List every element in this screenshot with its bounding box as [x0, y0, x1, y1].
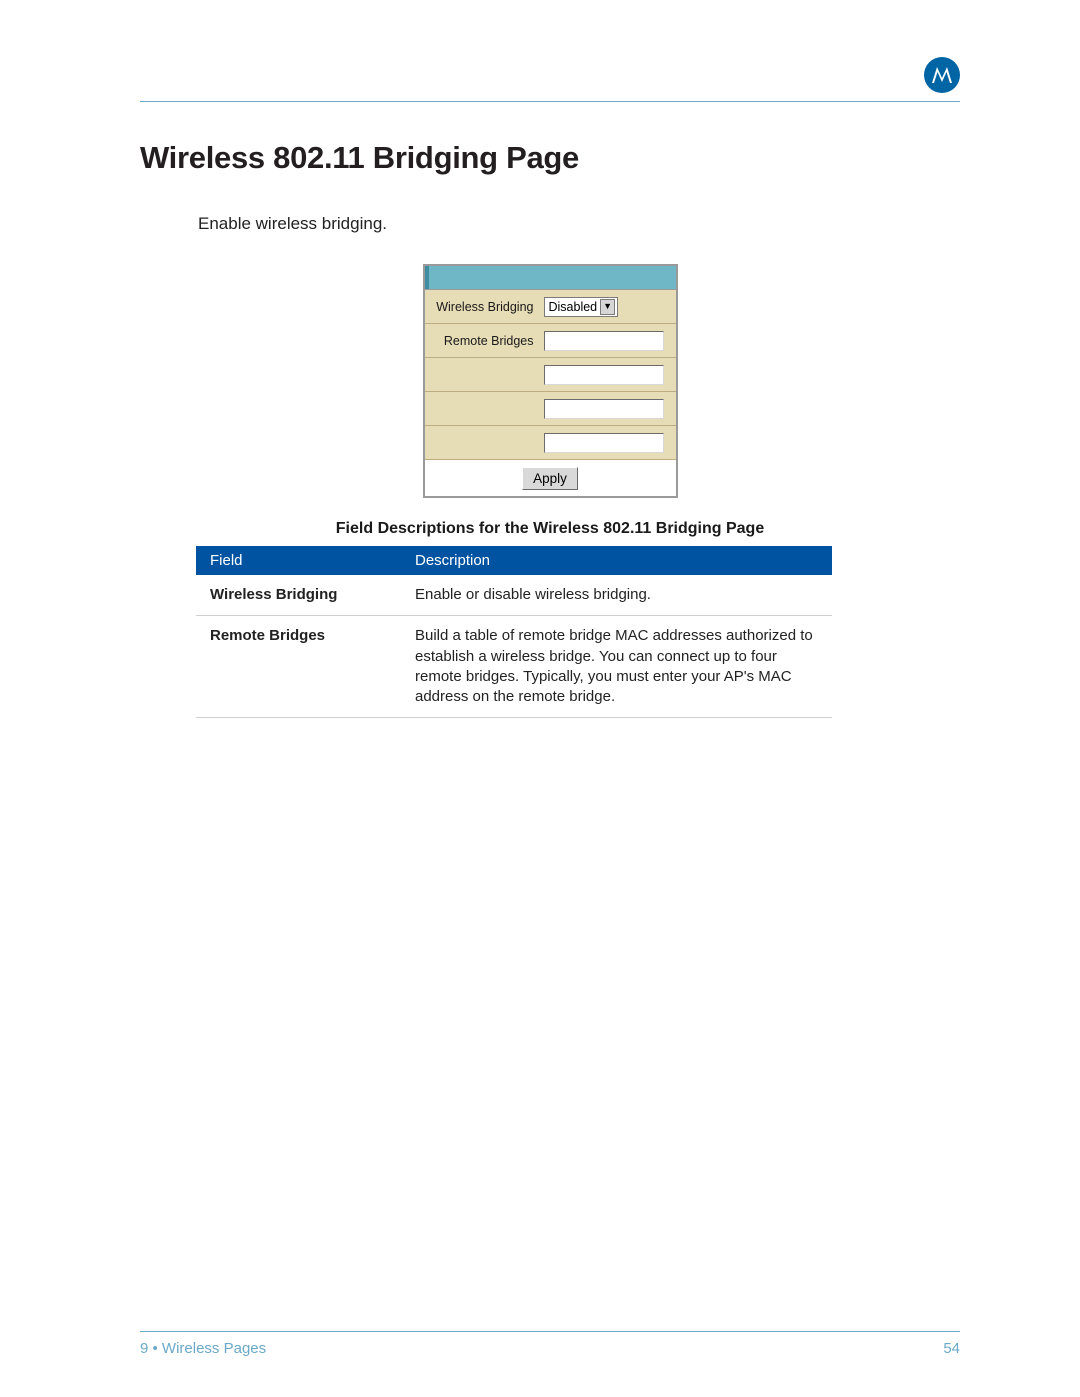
- field-descriptions-table: Field Description Wireless Bridging Enab…: [196, 546, 832, 718]
- page-footer: 9 • Wireless Pages 54: [140, 1331, 960, 1357]
- field-descriptions-heading: Field Descriptions for the Wireless 802.…: [140, 520, 960, 538]
- field-input-cell: [540, 433, 676, 453]
- remote-bridge-input-4[interactable]: [544, 433, 664, 453]
- field-label-wireless-bridging: Wireless Bridging: [425, 300, 540, 314]
- cell-field-name: Wireless Bridging: [196, 575, 401, 616]
- field-row-wireless-bridging: Wireless Bridging Disabled ▼: [425, 290, 676, 324]
- field-row-remote-bridges-1: Remote Bridges: [425, 324, 676, 358]
- cell-field-desc: Enable or disable wireless bridging.: [401, 575, 832, 616]
- field-row-remote-bridges-4: [425, 426, 676, 460]
- table-row: Remote Bridges Build a table of remote b…: [196, 616, 832, 718]
- select-value: Disabled: [549, 300, 598, 314]
- footer-rule: [140, 1331, 960, 1332]
- page-title: Wireless 802.11 Bridging Page: [140, 140, 960, 176]
- col-description: Description: [401, 546, 832, 575]
- col-field: Field: [196, 546, 401, 575]
- intro-text: Enable wireless bridging.: [198, 214, 960, 234]
- form-screenshot: Wireless Bridging Disabled ▼ Remote Brid…: [140, 264, 960, 498]
- table-header-row: Field Description: [196, 546, 832, 575]
- field-input-cell: [540, 365, 676, 385]
- footer-page-number: 54: [943, 1340, 960, 1357]
- field-input-cell: [540, 331, 676, 351]
- field-input-cell: Disabled ▼: [540, 297, 676, 317]
- field-input-cell: [540, 399, 676, 419]
- field-row-remote-bridges-2: [425, 358, 676, 392]
- page-header: [140, 55, 960, 95]
- form-panel: Wireless Bridging Disabled ▼ Remote Brid…: [423, 264, 678, 498]
- chevron-down-icon: ▼: [600, 299, 615, 315]
- table-row: Wireless Bridging Enable or disable wire…: [196, 575, 832, 616]
- wireless-bridging-select[interactable]: Disabled ▼: [544, 297, 619, 317]
- apply-row: Apply: [425, 460, 676, 496]
- cell-field-name: Remote Bridges: [196, 616, 401, 718]
- header-rule: [140, 101, 960, 102]
- form-topbar: [425, 266, 676, 290]
- remote-bridge-input-2[interactable]: [544, 365, 664, 385]
- field-row-remote-bridges-3: [425, 392, 676, 426]
- remote-bridge-input-1[interactable]: [544, 331, 664, 351]
- footer-left: 9 • Wireless Pages: [140, 1340, 266, 1357]
- document-page: Wireless 802.11 Bridging Page Enable wir…: [0, 0, 1080, 1397]
- remote-bridge-input-3[interactable]: [544, 399, 664, 419]
- footer-row: 9 • Wireless Pages 54: [140, 1340, 960, 1357]
- field-label-remote-bridges: Remote Bridges: [425, 334, 540, 348]
- apply-button[interactable]: Apply: [522, 467, 578, 490]
- cell-field-desc: Build a table of remote bridge MAC addre…: [401, 616, 832, 718]
- motorola-logo-icon: [924, 57, 960, 93]
